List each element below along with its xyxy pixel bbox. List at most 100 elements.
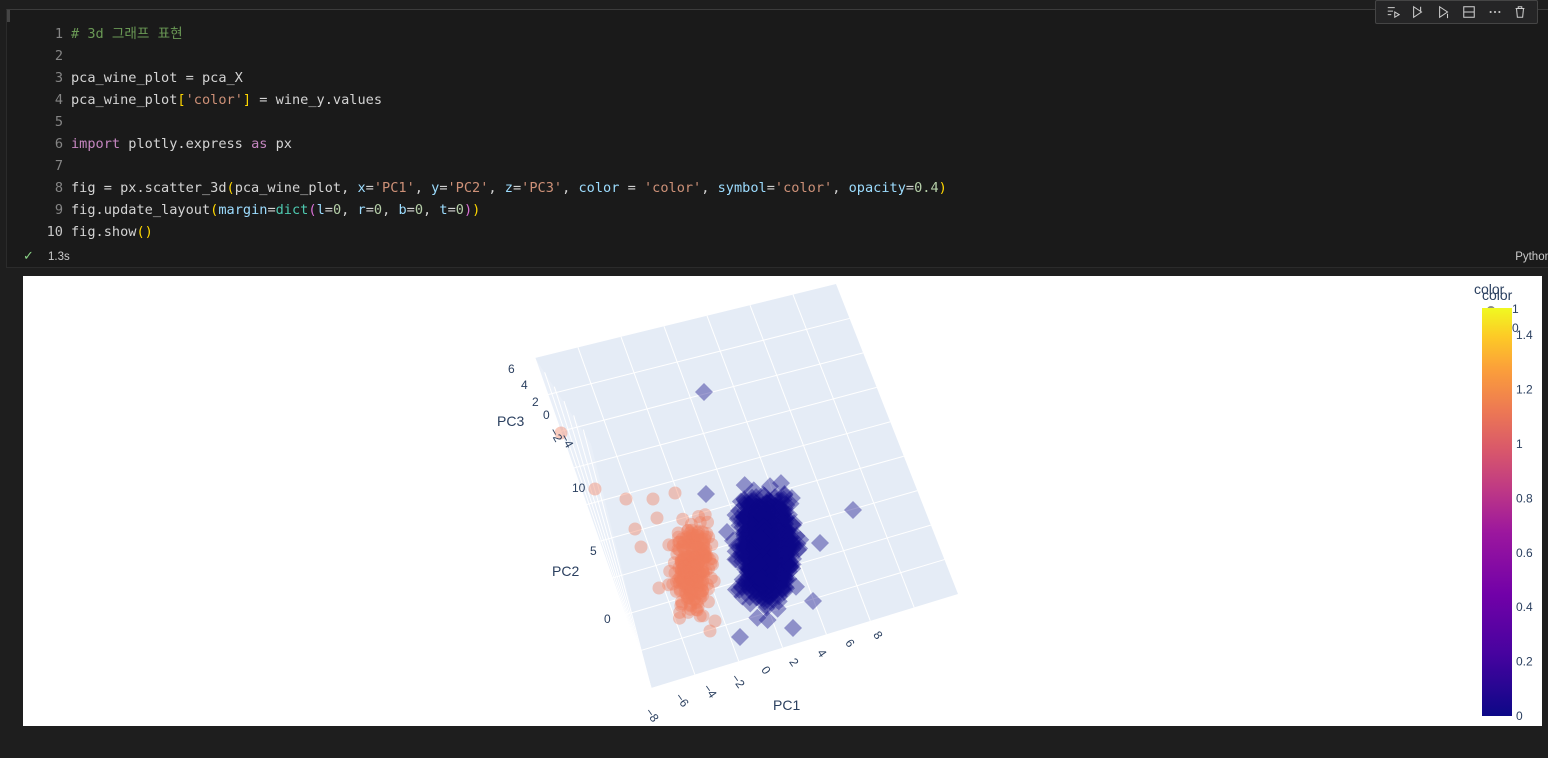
code-line-6: import plotly.express as px bbox=[71, 133, 947, 155]
pc2-tick: 10 bbox=[572, 481, 586, 495]
code-token: pca_wine_plot = pca_X bbox=[71, 70, 243, 86]
code-token: = bbox=[267, 202, 276, 218]
code-token: plotly.express bbox=[120, 136, 252, 152]
code-token: = bbox=[439, 180, 448, 196]
code-string: 'color' bbox=[643, 180, 702, 196]
code-token: = bbox=[447, 202, 456, 218]
colorbar-tick-label: 0 bbox=[1516, 709, 1523, 723]
code-token: = wine_y.values bbox=[251, 92, 383, 108]
code-string: 'PC3' bbox=[521, 180, 563, 196]
code-token: , bbox=[488, 180, 505, 196]
line-number: 9 bbox=[54, 202, 63, 218]
code-line-8: fig = px.scatter_3d(pca_wine_plot, x='PC… bbox=[71, 177, 947, 199]
code-keyword: import bbox=[71, 136, 121, 152]
data-point bbox=[650, 511, 664, 525]
code-param: t bbox=[439, 202, 448, 218]
code-editor[interactable]: # 3d 그래프 표현 pca_wine_plot = pca_X pca_wi… bbox=[71, 23, 947, 243]
code-line-3: pca_wine_plot = pca_X bbox=[71, 67, 947, 89]
code-bracket: () bbox=[136, 224, 153, 240]
line-numbers: 1 2 3 4 5 6 7 8 9 10 bbox=[31, 23, 63, 243]
data-point bbox=[692, 510, 706, 524]
pc1-tick: 4 bbox=[814, 646, 829, 660]
code-param: z bbox=[504, 180, 513, 196]
pc1-tick: −6 bbox=[672, 690, 692, 710]
colorbar-tick-label: 1.2 bbox=[1516, 383, 1533, 397]
data-point bbox=[704, 571, 718, 585]
code-line-9: fig.update_layout(margin=dict(l=0, r=0, … bbox=[71, 199, 947, 221]
colorbar-tick-label: 0.2 bbox=[1516, 655, 1533, 669]
cell-collapse-bar[interactable] bbox=[7, 10, 10, 22]
data-point bbox=[690, 528, 704, 542]
code-token: = bbox=[324, 202, 333, 218]
execute-above-icon[interactable] bbox=[1409, 3, 1427, 21]
pc1-axis-title: PC1 bbox=[773, 697, 800, 713]
code-bracket: ( bbox=[308, 202, 317, 218]
code-token: , bbox=[414, 180, 432, 196]
pc1-tick: 8 bbox=[870, 628, 885, 642]
legend-item-1-label[interactable]: 1 bbox=[1512, 302, 1519, 316]
execute-below-icon[interactable] bbox=[1435, 3, 1453, 21]
line-number: 1 bbox=[54, 26, 63, 42]
code-string: 'PC2' bbox=[447, 180, 489, 196]
pc1-tick: 2 bbox=[786, 655, 801, 669]
delete-cell-icon[interactable] bbox=[1511, 3, 1529, 21]
colorbar-tick-label: 0.8 bbox=[1516, 491, 1533, 505]
code-token: , bbox=[341, 202, 358, 218]
code-param: b bbox=[398, 202, 407, 218]
line-number: 2 bbox=[54, 48, 63, 64]
pc2-tick: 5 bbox=[590, 544, 597, 558]
code-cell[interactable]: 1 2 3 4 5 6 7 8 9 10 # 3d 그래프 표현 pca_win… bbox=[6, 0, 1548, 268]
check-icon: ✓ bbox=[23, 248, 34, 263]
code-builtin: dict bbox=[275, 202, 309, 218]
data-point bbox=[675, 540, 689, 554]
data-point bbox=[681, 605, 695, 619]
code-line-1: # 3d 그래프 표현 bbox=[71, 23, 947, 45]
code-line-10: fig.show() bbox=[71, 221, 947, 243]
code-token: , bbox=[701, 180, 718, 196]
code-number: 0 bbox=[414, 202, 423, 218]
code-param: color bbox=[578, 180, 620, 196]
data-point bbox=[634, 540, 648, 554]
code-token: fig = px.scatter_3d bbox=[71, 180, 227, 196]
data-point bbox=[619, 492, 633, 506]
pc3-axis-title: PC3 bbox=[497, 413, 524, 429]
more-actions-icon[interactable] bbox=[1486, 3, 1504, 21]
code-token: fig.show bbox=[71, 224, 137, 240]
code-number: 0.4 bbox=[914, 180, 939, 196]
code-bracket: ) bbox=[472, 202, 481, 218]
data-point bbox=[646, 492, 660, 506]
cell-toolbar bbox=[1375, 0, 1538, 24]
cell-language-label[interactable]: Python bbox=[1515, 251, 1548, 263]
code-token: = bbox=[512, 180, 522, 196]
code-token: = bbox=[406, 202, 415, 218]
code-token: = bbox=[365, 202, 374, 218]
code-number: 0 bbox=[455, 202, 464, 218]
run-by-line-icon[interactable] bbox=[1384, 3, 1402, 21]
data-point bbox=[588, 482, 602, 496]
code-token: , bbox=[562, 180, 579, 196]
pc3-tick: 2 bbox=[532, 395, 539, 409]
split-cell-icon[interactable] bbox=[1460, 3, 1478, 21]
pc2-axis-title: PC2 bbox=[552, 563, 579, 579]
code-param: symbol bbox=[717, 180, 767, 196]
line-number-active: 10 bbox=[46, 224, 63, 240]
pc1-tick: −8 bbox=[642, 705, 662, 725]
data-point bbox=[668, 486, 682, 500]
code-param: x bbox=[357, 180, 366, 196]
code-param: r bbox=[357, 202, 366, 218]
pc1-tick: −4 bbox=[700, 681, 720, 701]
data-point bbox=[702, 530, 716, 544]
scatter-3d-plot[interactable]: 6 4 2 0 −2 −4 PC3 10 5 0 PC2 −8 −6 −4 −2… bbox=[23, 276, 1542, 726]
code-token: = bbox=[619, 180, 644, 196]
code-string: 'PC1' bbox=[373, 180, 415, 196]
data-point bbox=[700, 549, 714, 563]
colorbar: color 0 0.2 0.4 0.6 0.8 1 1.2 1.4 bbox=[1482, 287, 1533, 723]
line-number: 8 bbox=[54, 180, 63, 196]
colorbar-tick-label: 1 bbox=[1516, 437, 1523, 451]
code-token: px bbox=[267, 136, 292, 152]
pc3-tick: 6 bbox=[508, 362, 515, 376]
code-number: 0 bbox=[332, 202, 342, 218]
pc3-tick: 0 bbox=[543, 408, 550, 422]
